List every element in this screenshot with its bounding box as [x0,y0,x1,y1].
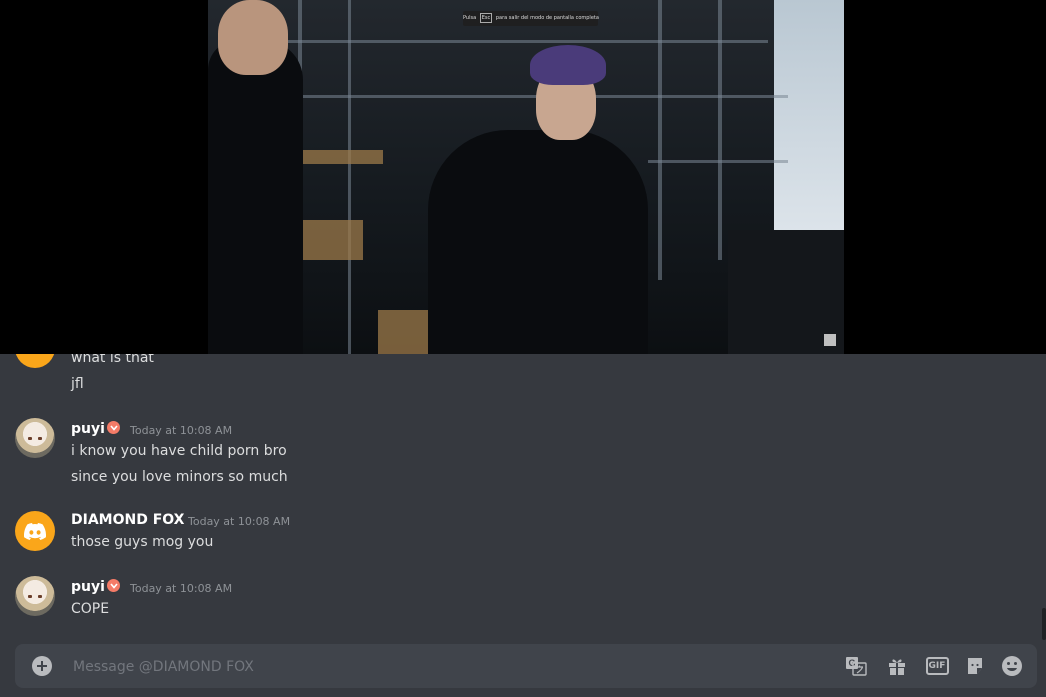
discord-logo-icon [24,522,46,540]
hint-text-post: para salir del modo de pantalla completa [495,15,599,21]
message-timestamp: Today at 10:08 AM [130,424,233,437]
translate-button[interactable]: G [844,654,868,678]
avatar-eye [28,437,32,440]
plus-circle-icon [37,661,47,671]
avatar-eye [38,437,42,440]
video-crate [303,220,363,260]
message-text: those guys mog you [71,534,214,550]
video-sky [774,0,844,250]
gift-icon [889,659,905,675]
avatar-eye [28,595,32,598]
message-author[interactable]: puyi [71,421,105,437]
message-timestamp: Today at 10:08 AM [130,582,233,595]
avatar[interactable] [15,354,55,368]
hint-text-pre: Pulsa [463,15,477,21]
video-scaffold [268,95,788,98]
avatar[interactable] [15,576,55,616]
message-text: since you love minors so much [71,469,288,485]
video-scaffold [348,0,351,354]
video-scaffold [718,0,722,260]
upload-button[interactable] [32,656,52,676]
video-crate [303,150,383,164]
gif-icon: GIF [925,657,949,675]
chevron-down-icon [109,582,118,589]
video-person-center [428,130,648,354]
message-author[interactable]: puyi [71,579,105,595]
sticker-button[interactable] [963,654,987,678]
gift-button[interactable] [885,654,909,678]
nitro-badge-icon [107,421,120,434]
sticker-icon [968,658,982,674]
video-scaffold [288,40,768,43]
message-text: jfl [71,376,84,392]
message-input[interactable] [71,652,775,682]
message-timestamp: Today at 10:08 AM [188,515,291,528]
emoji-icon [1002,656,1022,676]
video-face-left [218,0,288,75]
avatar[interactable] [15,418,55,458]
translate-icon: G [846,657,867,676]
emoji-button[interactable] [1000,654,1024,678]
message-text: i know you have child porn bro [71,443,287,459]
video-overlay-backdrop: Pulsa Esc para salir del modo de pantall… [0,0,1046,354]
chevron-down-icon [109,424,118,431]
message-author[interactable]: DIAMOND FOX [71,512,184,528]
video-hair-center [530,45,606,85]
message-text: what is that [71,354,154,366]
message-list: what is that jfl puyi Today at 10:08 AM … [0,354,1046,644]
message-composer: G GIF [15,644,1037,688]
fullscreen-toggle-icon[interactable] [824,334,836,346]
nitro-badge-icon [107,579,120,592]
scrollbar-thumb[interactable] [1042,608,1046,640]
avatar-eye [38,595,42,598]
gif-button[interactable]: GIF [925,654,949,678]
esc-key-badge: Esc [479,13,493,23]
message-text: COPE [71,601,110,617]
video-scaffold [648,160,788,163]
fullscreen-video[interactable]: Pulsa Esc para salir del modo de pantall… [208,0,844,354]
avatar[interactable] [15,511,55,551]
video-person-left [208,40,303,354]
fullscreen-exit-hint: Pulsa Esc para salir del modo de pantall… [463,11,599,26]
